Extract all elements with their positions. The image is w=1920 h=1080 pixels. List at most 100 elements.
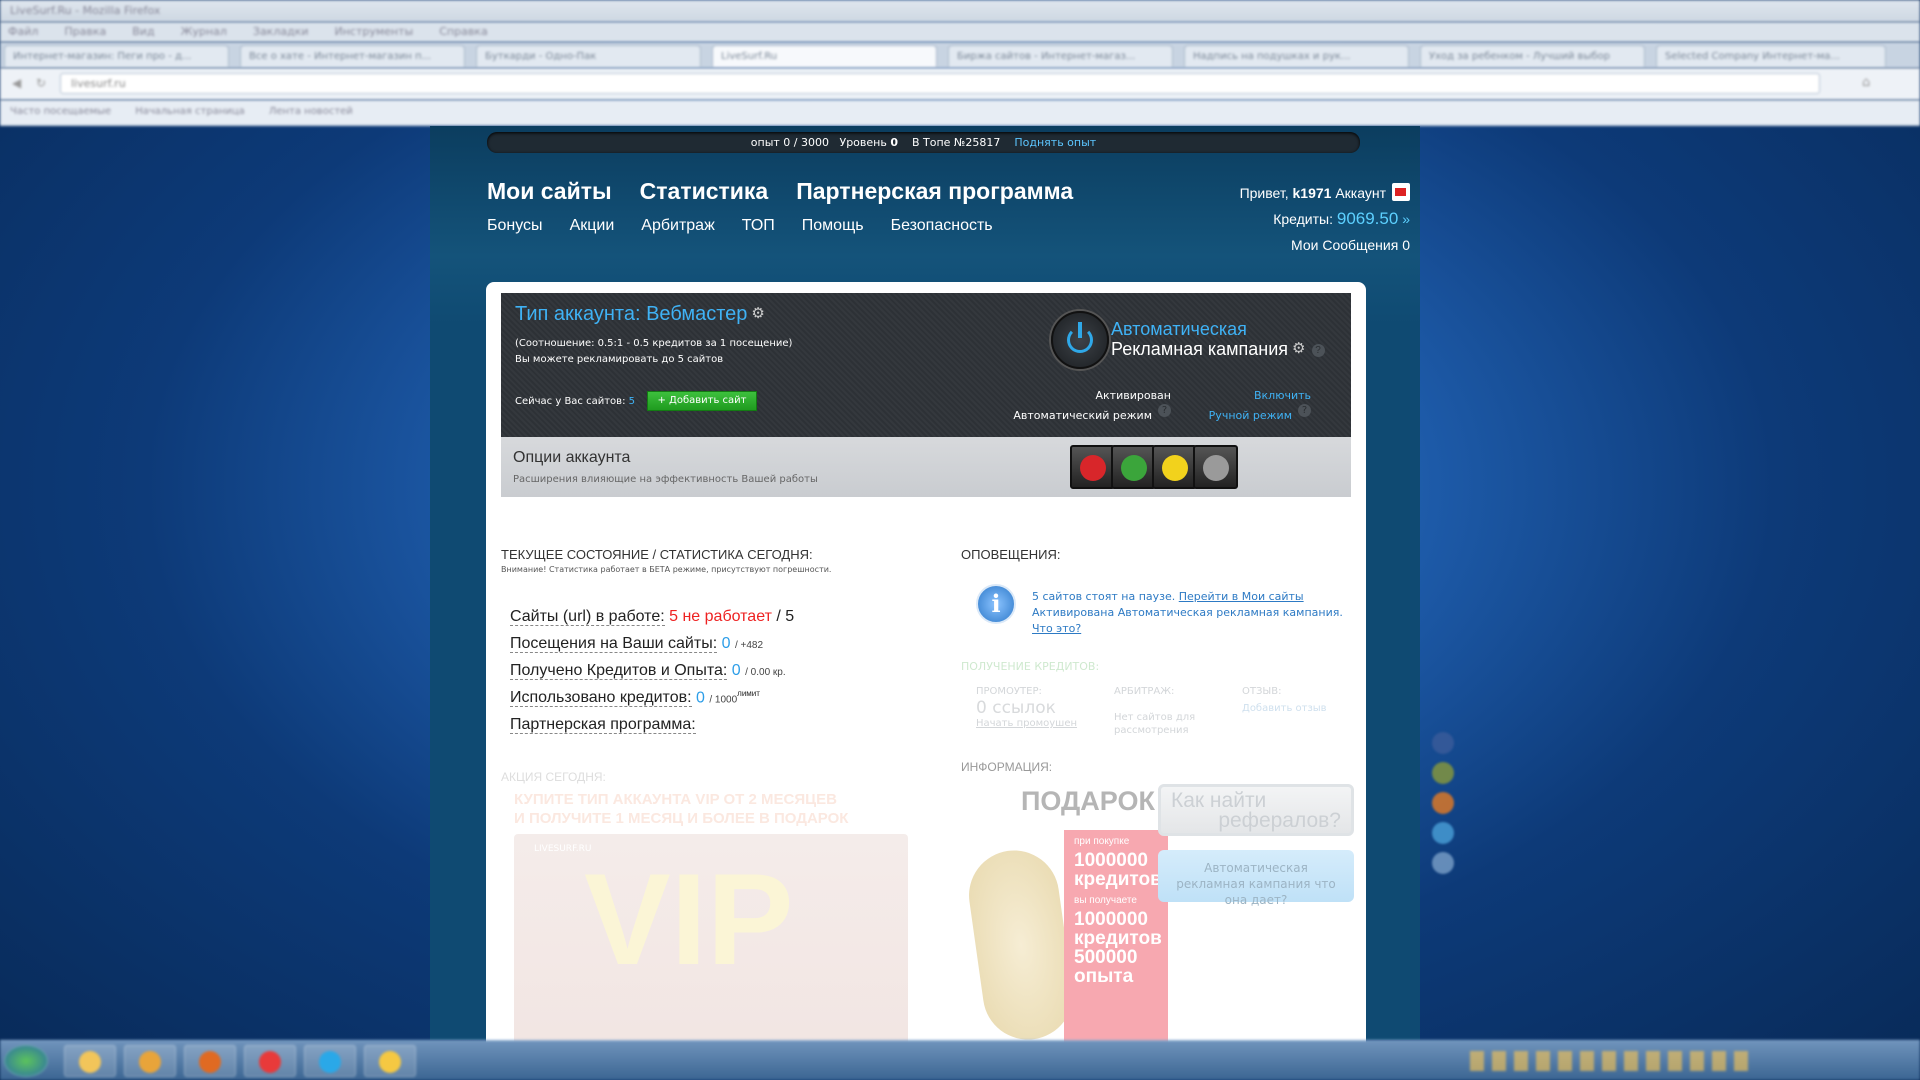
account-ratio: (Соотношение: 0.5:1 - 0.5 кредитов за 1 … xyxy=(515,336,792,368)
menu-view[interactable]: Вид xyxy=(132,25,154,38)
taskbar-explorer[interactable] xyxy=(64,1045,116,1077)
taskbar-yandex[interactable] xyxy=(244,1045,296,1077)
limit-text: Вы можете рекламировать до 5 сайтов xyxy=(515,354,724,365)
gift-amount: 500000 xyxy=(1074,947,1138,968)
browser-tab[interactable]: Надпись на подушках и рук... xyxy=(1184,45,1409,67)
stat-sites-label[interactable]: Сайты (url) в работе: xyxy=(510,608,665,626)
menu-bookmarks[interactable]: Закладки xyxy=(253,25,309,38)
nav-help[interactable]: Помощь xyxy=(802,217,864,234)
start-button[interactable] xyxy=(4,1045,48,1077)
current-sites: Сейчас у Вас сайтов: 5 xyxy=(515,396,635,407)
option-megaphone-button[interactable] xyxy=(1111,445,1156,489)
nav-statistics[interactable]: Статистика xyxy=(640,178,769,204)
back-icon[interactable]: ◀ xyxy=(12,76,21,90)
nav-top[interactable]: ТОП xyxy=(742,217,775,234)
home-icon[interactable]: ⌂ xyxy=(1862,75,1870,90)
go-my-sites-link[interactable]: Перейти в Мои сайты xyxy=(1179,590,1304,603)
find-referrals-button[interactable]: Как найти рефералов? xyxy=(1158,784,1354,836)
add-review-link[interactable]: Добавить отзыв xyxy=(1242,702,1327,715)
nav-my-sites[interactable]: Мои сайты xyxy=(487,178,612,204)
share-icon[interactable] xyxy=(1432,762,1454,784)
vip-text: VIP xyxy=(584,846,794,992)
browser-tab[interactable]: Selected Company Интернет-ма... xyxy=(1656,45,1886,67)
action-text[interactable]: КУПИТЕ ТИП АККАУНТА VIP ОТ 2 МЕСЯЦЕВ И ПО… xyxy=(514,790,848,828)
gift-text: вы получаете xyxy=(1074,895,1137,906)
firefox-icon xyxy=(199,1051,221,1073)
nav-promotions[interactable]: Акции xyxy=(570,217,615,234)
reload-icon[interactable]: ↻ xyxy=(36,76,46,90)
help-icon[interactable]: ? xyxy=(1298,404,1311,417)
manual-mode-link[interactable]: Включить Ручной режим? xyxy=(1131,388,1311,424)
account-link[interactable]: Аккаунт xyxy=(1335,185,1386,201)
gift-banner[interactable]: при покупке 1000000 кредитов вы получает… xyxy=(1064,830,1168,1062)
stat-earned-label[interactable]: Получено Кредитов и Опыта: xyxy=(510,662,728,680)
add-site-button[interactable]: + Добавить сайт xyxy=(647,391,757,411)
credits-arrow-icon[interactable]: » xyxy=(1402,211,1410,227)
menu-history[interactable]: Журнал xyxy=(181,25,227,38)
stat-partner-label[interactable]: Партнерская программа: xyxy=(510,716,696,734)
arbitrage-block: АРБИТРАЖ: Нет сайтов для рассмотрения xyxy=(1114,685,1195,737)
stat-used-label[interactable]: Использовано кредитов: xyxy=(510,689,692,708)
username: k1971 xyxy=(1292,185,1332,201)
option-rocket-button[interactable] xyxy=(1070,445,1115,489)
vip-banner[interactable]: LIVESURF.RU VIP xyxy=(514,834,908,1062)
auto-campaign-info-button[interactable]: Автоматическая рекламная кампания что он… xyxy=(1158,850,1354,907)
browser-navbar: ◀ ↻ livesurf.ru ⌂ xyxy=(0,68,1920,100)
twitter-icon[interactable] xyxy=(1432,822,1454,844)
help-icon[interactable]: ? xyxy=(1311,343,1325,357)
start-promo-link[interactable]: Начать промоушен xyxy=(976,717,1077,730)
menu-help[interactable]: Справка xyxy=(439,25,487,38)
browser-tab[interactable]: Все о хате - Интернет-магазин п... xyxy=(240,45,465,67)
nav-security[interactable]: Безопасность xyxy=(891,217,993,234)
side-widget xyxy=(1428,726,1458,876)
browser-tab-active[interactable]: LiveSurf.Ru xyxy=(712,45,937,67)
options-title: Опции аккаунта xyxy=(513,449,631,466)
browser-tab[interactable]: Интернет-магазин: Пеги про - д... xyxy=(4,45,229,67)
browser-tab[interactable]: Буткарди - Одно-Пак xyxy=(476,45,701,67)
plus-icon[interactable] xyxy=(1432,852,1454,874)
tray-icons[interactable] xyxy=(1470,1051,1750,1071)
taskbar-skype[interactable] xyxy=(304,1045,356,1077)
review-label: ОТЗЫВ: xyxy=(1242,686,1282,697)
bird-icon xyxy=(1162,455,1188,481)
taskbar-chat[interactable] xyxy=(364,1045,416,1077)
address-bar[interactable]: livesurf.ru xyxy=(60,73,1820,94)
gear-icon[interactable]: ⚙ xyxy=(1292,339,1305,357)
chat-icon xyxy=(379,1051,401,1073)
window-titlebar: LiveSurf.Ru - Mozilla Firefox xyxy=(0,0,1920,22)
menu-tools[interactable]: Инструменты xyxy=(335,25,414,38)
rss-icon[interactable] xyxy=(1432,792,1454,814)
option-agent-button[interactable] xyxy=(1193,445,1238,489)
nav-arbitrage[interactable]: Арбитраж xyxy=(641,217,715,234)
address-text: livesurf.ru xyxy=(71,77,126,90)
raise-exp-link[interactable]: Поднять опыт xyxy=(1014,136,1096,149)
bookmark-item[interactable]: Часто посещаемые xyxy=(10,106,111,117)
nav-bonuses[interactable]: Бонусы xyxy=(487,217,543,234)
nav-partner-program[interactable]: Партнерская программа xyxy=(796,178,1073,204)
gear-icon[interactable]: ⚙ xyxy=(751,304,764,322)
taskbar-app[interactable] xyxy=(124,1045,176,1077)
tab-label: Selected Company Интернет-ма... xyxy=(1665,51,1840,62)
what-is-this-link[interactable]: Что это? xyxy=(1032,622,1081,635)
credits-label: Кредиты: xyxy=(1273,211,1333,227)
menu-file[interactable]: Файл xyxy=(8,25,38,38)
stat-visits-label[interactable]: Посещения на Ваши сайты: xyxy=(510,635,718,653)
gift-text: при покупке xyxy=(1074,836,1130,847)
browser-tabbar: Интернет-магазин: Пеги про - д... Все о … xyxy=(0,42,1920,68)
bookmark-item[interactable]: Лента новостей xyxy=(269,106,353,117)
messages-link[interactable]: Мои Сообщения xyxy=(1291,237,1398,253)
power-button[interactable] xyxy=(1051,311,1109,369)
facebook-icon[interactable] xyxy=(1432,732,1454,754)
stat-used: Использовано кредитов: 0 / 1000лимит xyxy=(510,689,760,708)
option-bird-button[interactable] xyxy=(1152,445,1197,489)
logout-icon[interactable] xyxy=(1392,183,1410,201)
menu-edit[interactable]: Правка xyxy=(64,25,106,38)
taskbar-firefox[interactable] xyxy=(184,1045,236,1077)
account-options: Опции аккаунта Расширения влияющие на эф… xyxy=(501,437,1351,497)
account-type-label: Тип аккаунта: Вебмастер xyxy=(515,303,748,325)
gift-unit: опыта xyxy=(1074,966,1134,987)
review-block: ОТЗЫВ: Добавить отзыв xyxy=(1242,685,1327,715)
bookmark-item[interactable]: Начальная страница xyxy=(135,106,245,117)
browser-tab[interactable]: Биржа сайтов - Интернет-магаз... xyxy=(948,45,1173,67)
browser-tab[interactable]: Уход за ребенком - Лучший выбор xyxy=(1420,45,1645,67)
